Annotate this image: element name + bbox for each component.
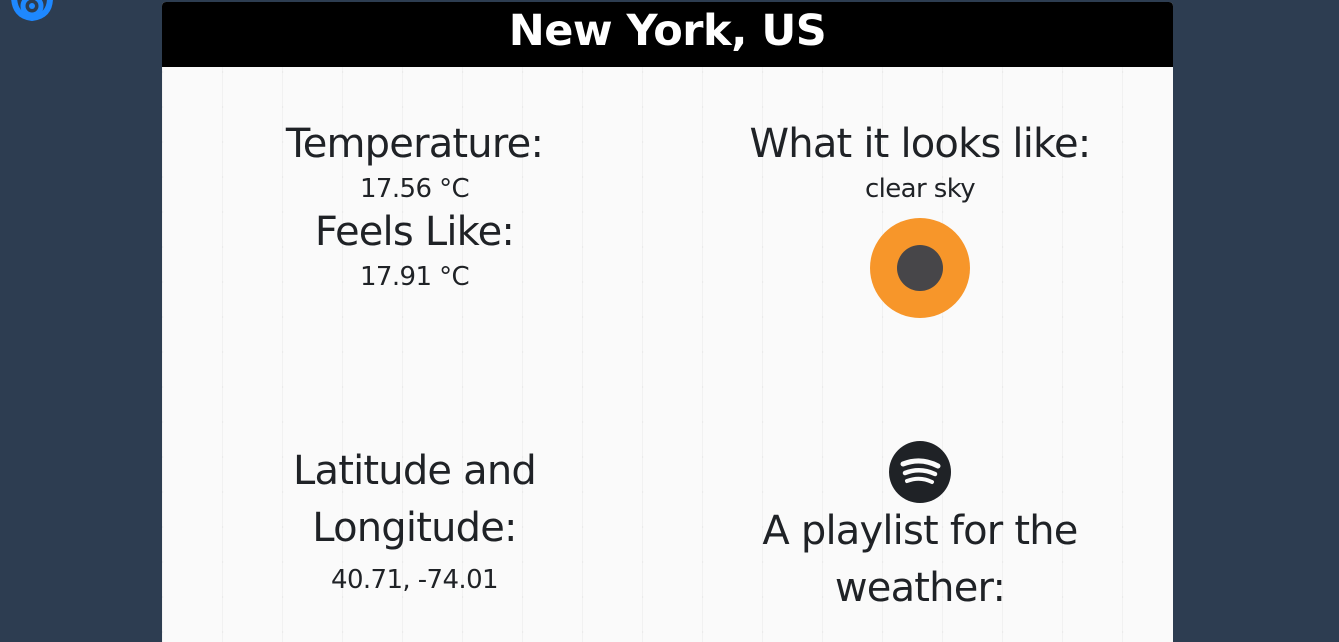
app-logo-icon[interactable]	[10, 0, 54, 22]
temperature-section: Temperature: 17.56 °C Feels Like: 17.91 …	[162, 120, 667, 292]
coordinates-section: Latitude and Longitude: 40.71, -74.01	[162, 443, 667, 595]
coordinates-label-line1: Latitude and	[293, 448, 537, 494]
playlist-label-line1: A playlist for the	[762, 508, 1078, 554]
conditions-section: What it looks like: clear sky	[667, 120, 1173, 322]
feels-like-value: 17.91 °C	[359, 262, 470, 292]
weather-card: New York, US Temperature: 17.56 °C Feels…	[162, 2, 1173, 642]
feels-like-label: Feels Like:	[314, 209, 515, 255]
playlist-label-line2: weather:	[834, 565, 1006, 611]
city-title: New York, US	[162, 2, 1173, 67]
playlist-section: A playlist for the weather:	[667, 441, 1173, 617]
conditions-description: clear sky	[864, 174, 976, 204]
conditions-label: What it looks like:	[749, 121, 1092, 167]
spotify-icon[interactable]	[889, 441, 951, 503]
clear-sky-icon	[870, 218, 970, 318]
coordinates-label-line2: Longitude:	[312, 505, 517, 551]
coordinates-value: 40.71, -74.01	[331, 565, 499, 595]
temperature-value: 17.56 °C	[359, 174, 470, 204]
temperature-label: Temperature:	[285, 121, 544, 167]
